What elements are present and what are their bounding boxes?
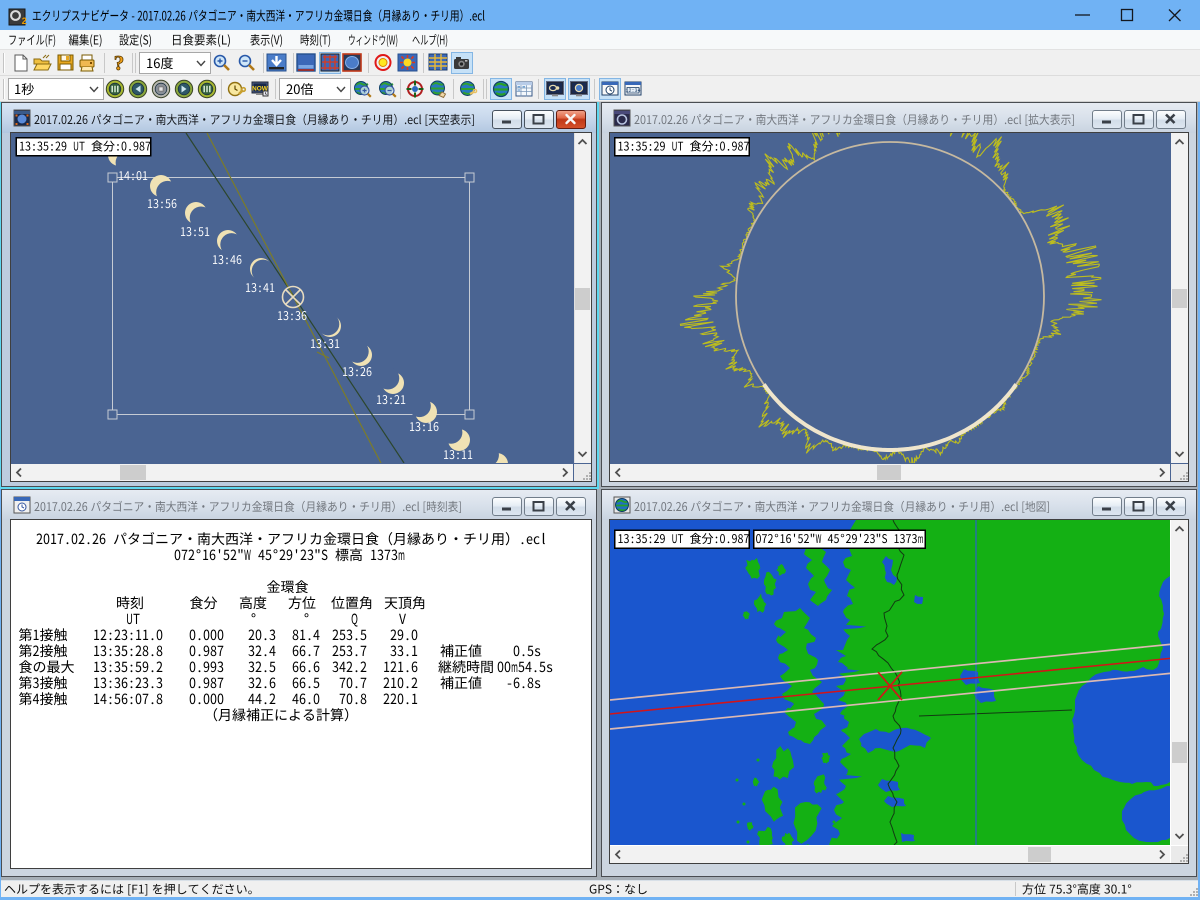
svg-text:2: 2 — [22, 16, 27, 26]
svg-text:?: ? — [114, 51, 125, 75]
svg-text:12:34: 12:34 — [625, 88, 640, 94]
